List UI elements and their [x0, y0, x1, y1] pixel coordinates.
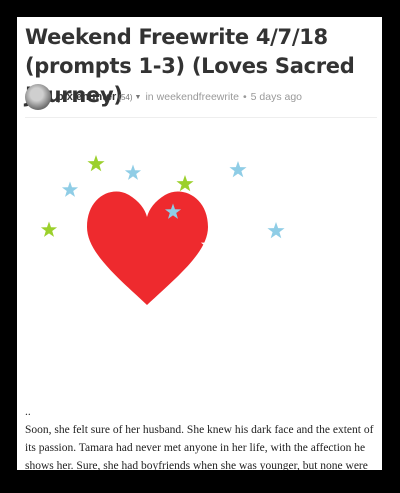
community-link[interactable]: weekendfreewrite: [157, 91, 239, 103]
star-icon: [267, 222, 285, 239]
body-paragraph: Soon, she felt sure of her husband. She …: [25, 424, 374, 470]
body-marker: ..: [25, 406, 31, 418]
post-card: Weekend Freewrite 4/7/18 (prompts 1-3) (…: [17, 17, 382, 470]
divider: [25, 117, 377, 118]
chevron-down-icon[interactable]: ▼: [135, 94, 142, 101]
post-meta: pixiehunter (54) ▼ in weekendfreewrite •…: [25, 83, 377, 111]
star-icon: [87, 155, 105, 172]
star-icon: [229, 161, 247, 178]
star-icon: [40, 221, 58, 237]
avatar[interactable]: [25, 84, 51, 110]
author-reputation: (54): [118, 92, 133, 102]
meta-separator: •: [242, 91, 247, 103]
star-icon: [61, 181, 79, 197]
in-label: in: [145, 91, 154, 103]
post-body: .. Soon, she felt sure of her husband. S…: [25, 403, 377, 470]
post-time: 5 days ago: [250, 91, 303, 103]
author-name[interactable]: pixiehunter: [57, 91, 116, 103]
heart-stars-illustration: [40, 155, 285, 305]
star-icon: [124, 164, 142, 180]
heart-shape: [87, 191, 208, 305]
star-icon: [176, 175, 194, 192]
